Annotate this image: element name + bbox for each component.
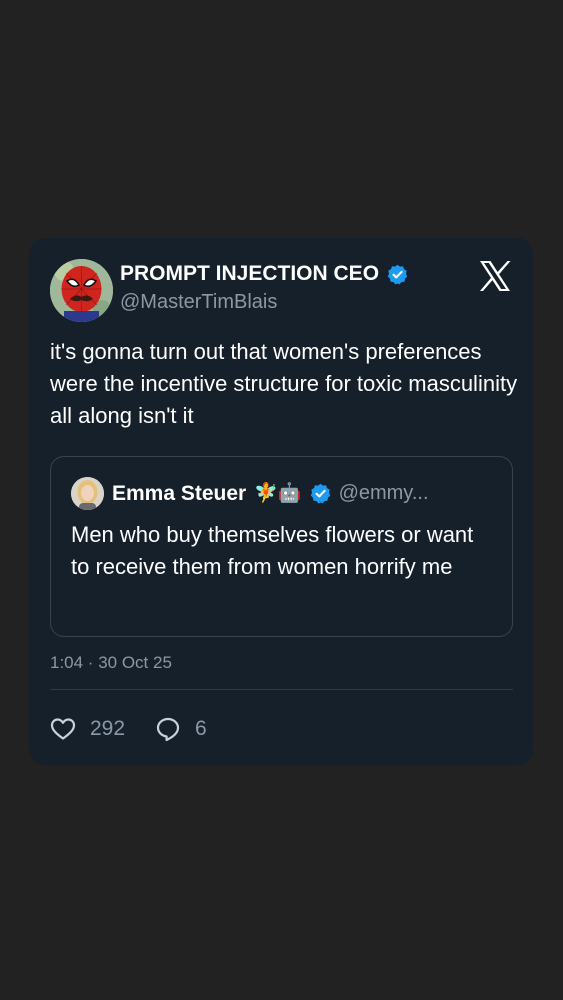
tweet-card[interactable]: PROMPT INJECTION CEO @MasterTimBlais it'…	[29, 238, 533, 765]
quoted-verified-badge-icon	[310, 483, 330, 504]
quoted-tweet-header: Emma Steuer 🧚🤖 @emmy...	[71, 477, 429, 510]
quoted-tweet[interactable]: Emma Steuer 🧚🤖 @emmy... Men who buy them…	[50, 456, 513, 637]
quoted-author-handle[interactable]: @emmy...	[339, 482, 429, 505]
tweet-timestamp[interactable]: 1:04 · 30 Oct 25	[50, 652, 172, 674]
reply-button[interactable]: 6	[155, 716, 207, 742]
x-logo-icon[interactable]	[478, 259, 512, 293]
author-name[interactable]: PROMPT INJECTION CEO	[120, 262, 379, 286]
heart-icon	[50, 718, 76, 740]
author-handle[interactable]: @MasterTimBlais	[120, 290, 277, 314]
author-avatar[interactable]	[50, 259, 113, 322]
quoted-author-emojis: 🧚🤖	[254, 483, 302, 504]
engagement-bar: 292 6	[50, 712, 207, 746]
like-count: 292	[90, 717, 126, 740]
quoted-author-name[interactable]: Emma Steuer	[112, 482, 246, 506]
quoted-author-avatar[interactable]	[71, 477, 104, 510]
quoted-tweet-text: Men who buy themselves flowers or want t…	[71, 522, 474, 579]
reply-count: 6	[195, 717, 207, 740]
author-name-row: PROMPT INJECTION CEO	[120, 262, 408, 286]
tweet-text: it's gonna turn out that women's prefere…	[50, 339, 518, 428]
reply-bubble-icon	[156, 717, 180, 742]
spider-man-avatar-icon	[50, 259, 113, 322]
quoted-author-avatar-icon	[71, 477, 104, 510]
divider	[50, 689, 513, 690]
verified-badge-icon	[387, 264, 408, 284]
like-button[interactable]: 292	[50, 717, 125, 741]
